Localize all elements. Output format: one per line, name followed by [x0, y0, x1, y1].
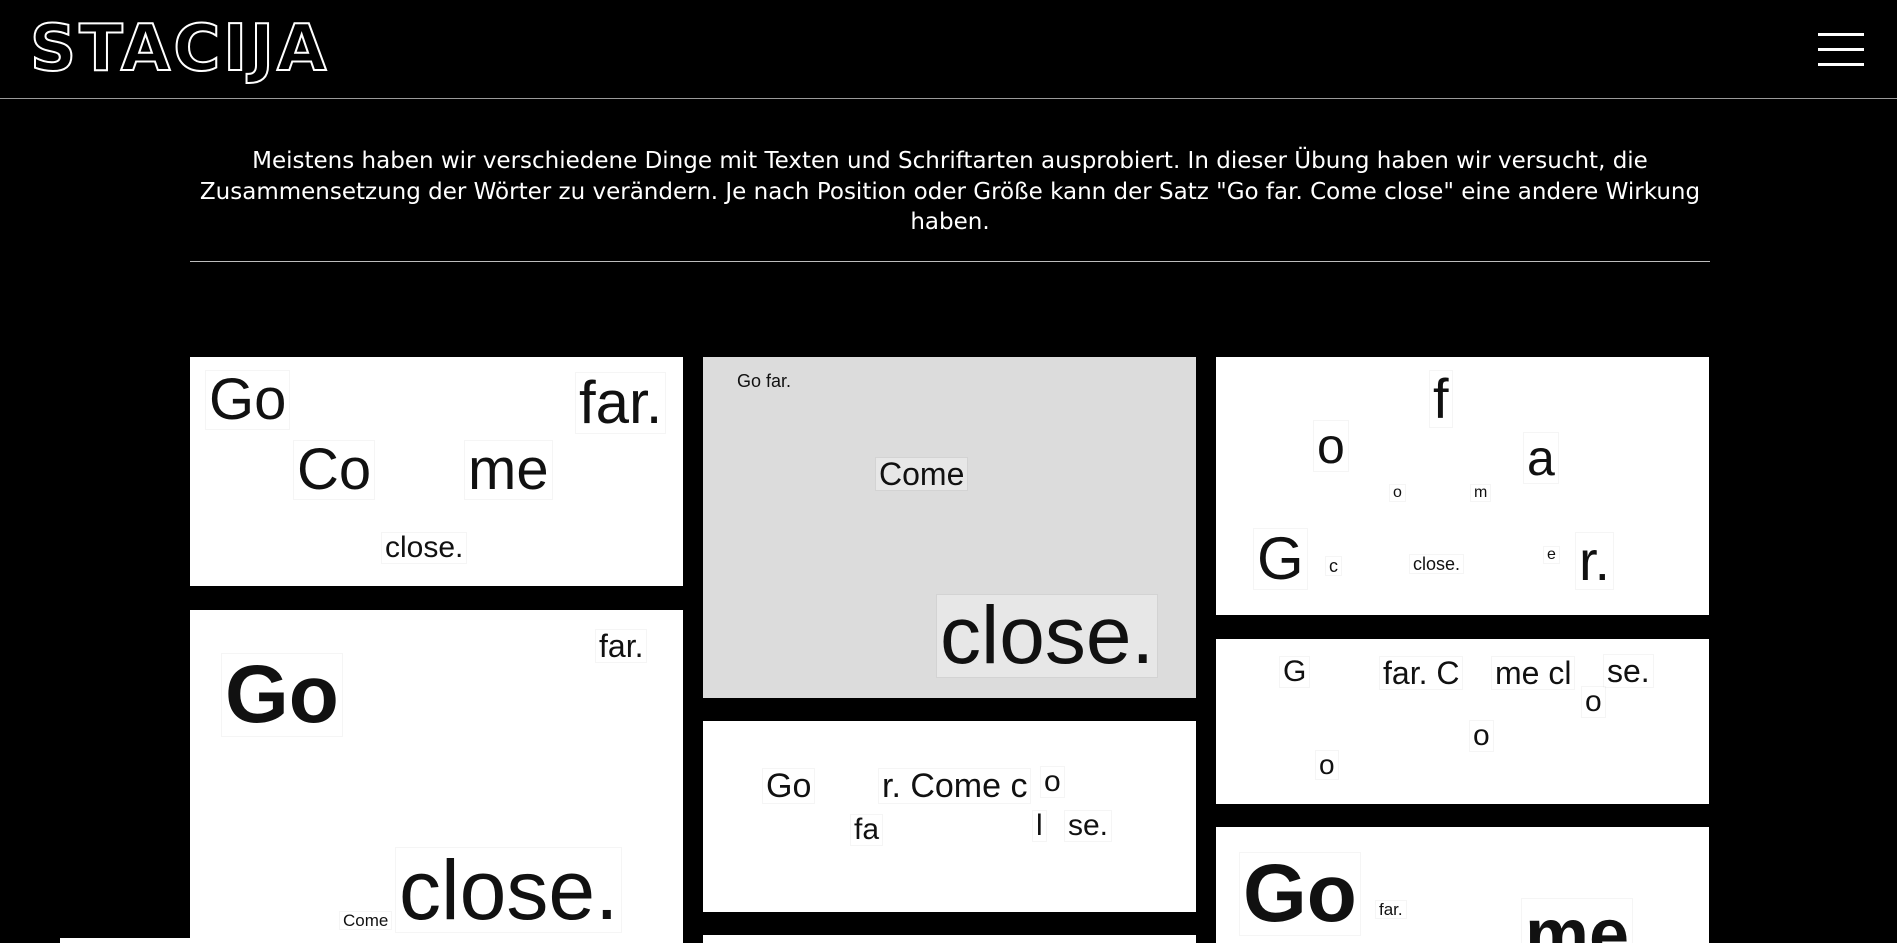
word: far.: [1376, 901, 1406, 918]
word: me: [465, 441, 552, 499]
word: Co: [294, 441, 375, 499]
word: close.: [937, 595, 1158, 677]
divider: [190, 261, 1710, 262]
word: o: [1582, 687, 1605, 717]
word: Come: [876, 458, 968, 490]
word: a: [1524, 433, 1558, 483]
word: far.: [596, 630, 647, 662]
word: o: [1314, 421, 1348, 471]
gallery-tile-1[interactable]: Go far. Co me close.: [190, 357, 683, 586]
word: o: [1470, 721, 1493, 751]
word: r.: [1576, 533, 1614, 589]
word: Go: [763, 769, 815, 803]
gallery-tile-4[interactable]: Go r. Come c o fa l se.: [703, 721, 1196, 912]
gallery-tile-2[interactable]: far. Go Come close.: [190, 610, 683, 943]
word: G: [1280, 657, 1310, 687]
word: fa: [851, 815, 883, 845]
word: G: [1254, 529, 1307, 589]
word: o: [1390, 485, 1405, 501]
word: me: [1522, 899, 1633, 943]
word: close.: [382, 533, 467, 563]
word: far. C: [1380, 657, 1463, 689]
word: f: [1430, 371, 1452, 427]
word: r. Come c: [879, 769, 1031, 803]
site-header: STACIJA: [0, 0, 1897, 99]
word: me cl: [1492, 657, 1575, 689]
word: close.: [1410, 555, 1464, 573]
gallery-tile-3[interactable]: Go far. Come close.: [703, 357, 1196, 698]
gallery-tile-7[interactable]: Go far. me: [1216, 827, 1709, 943]
gallery-tile-partial[interactable]: [703, 935, 1196, 943]
word: m: [1471, 485, 1491, 501]
hamburger-menu-icon[interactable]: [1818, 33, 1864, 67]
word: Go: [1240, 853, 1360, 935]
word: l: [1033, 811, 1046, 841]
word: se.: [1065, 811, 1112, 841]
word: o: [1316, 751, 1338, 779]
horizontal-scrollbar[interactable]: [60, 938, 420, 943]
word: close.: [396, 848, 622, 932]
gallery-tile-6[interactable]: G far. C me cl se. o o o: [1216, 639, 1709, 804]
word: se.: [1604, 655, 1653, 687]
word: e: [1544, 547, 1559, 563]
word: c: [1326, 557, 1341, 575]
word: Go: [206, 371, 290, 429]
word: Go: [222, 654, 342, 736]
intro-text: Meistens haben wir verschiedene Dinge mi…: [199, 148, 1701, 235]
word: far.: [576, 373, 666, 433]
word: Go far.: [737, 371, 792, 391]
gallery-tile-5[interactable]: f o a o m G c close. e r.: [1216, 357, 1709, 615]
word: Come: [340, 912, 392, 929]
word: o: [1041, 767, 1064, 797]
stacija-logo[interactable]: STACIJA: [29, 13, 329, 85]
